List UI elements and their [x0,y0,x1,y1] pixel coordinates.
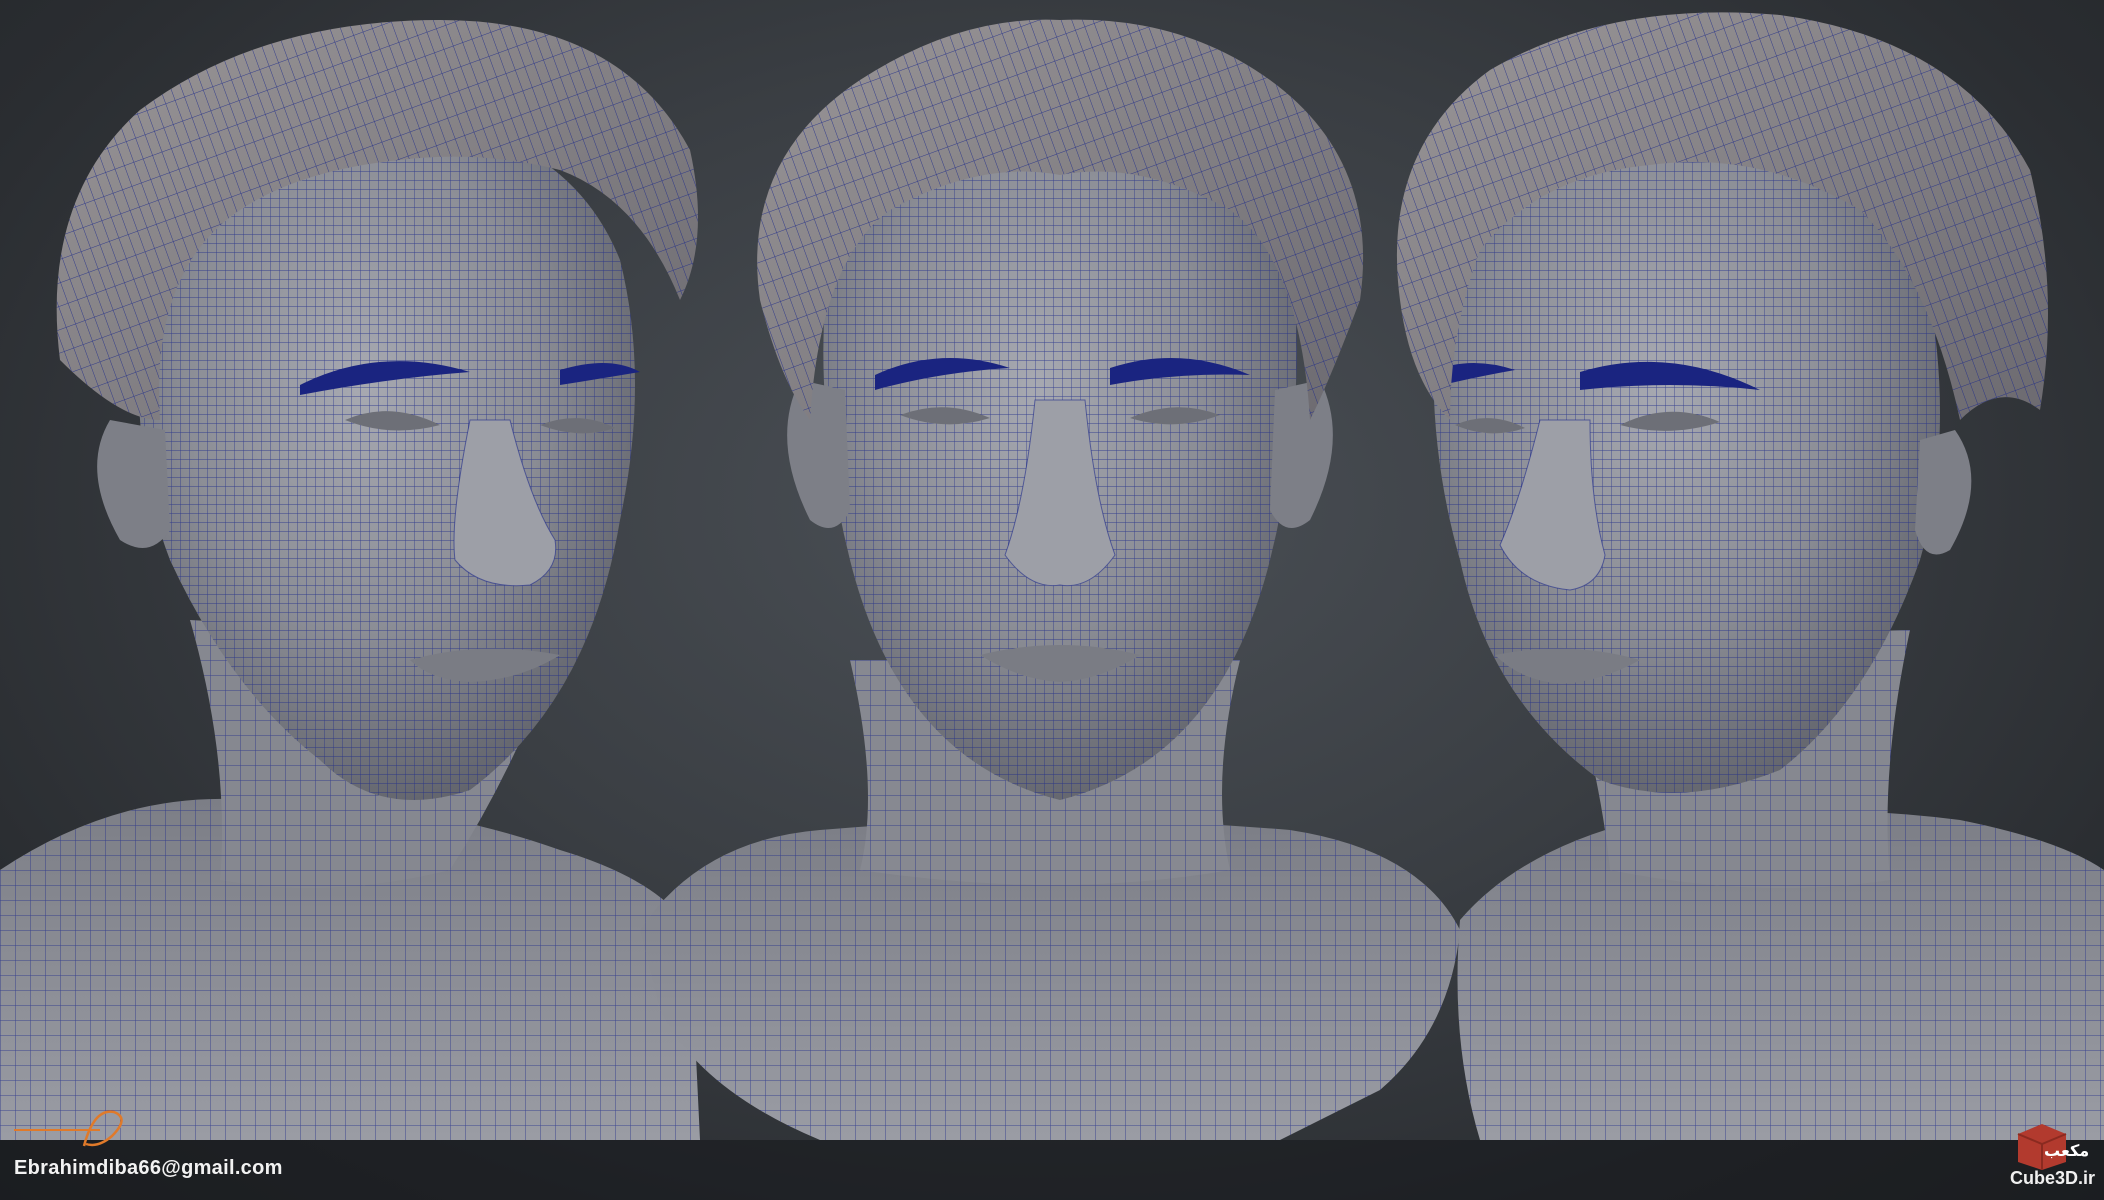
head-renders [0,12,2104,1140]
cube-logo-icon: مکعب [2017,1124,2089,1170]
render-viewport [0,0,2104,1200]
artist-logo [14,1106,184,1150]
cube-mark-text: مکعب [2044,1141,2089,1160]
logo-underline [14,1110,123,1147]
head-right [1396,12,2104,1140]
site-badge: مکعب Cube3D.ir [2010,1124,2096,1200]
head-left [0,20,700,1140]
footer-strip [0,1140,2104,1200]
site-label: Cube3D.ir [2010,1168,2096,1188]
artist-email: Ebrahimdiba66@gmail.com [14,1157,283,1179]
head-front [640,19,1460,1140]
